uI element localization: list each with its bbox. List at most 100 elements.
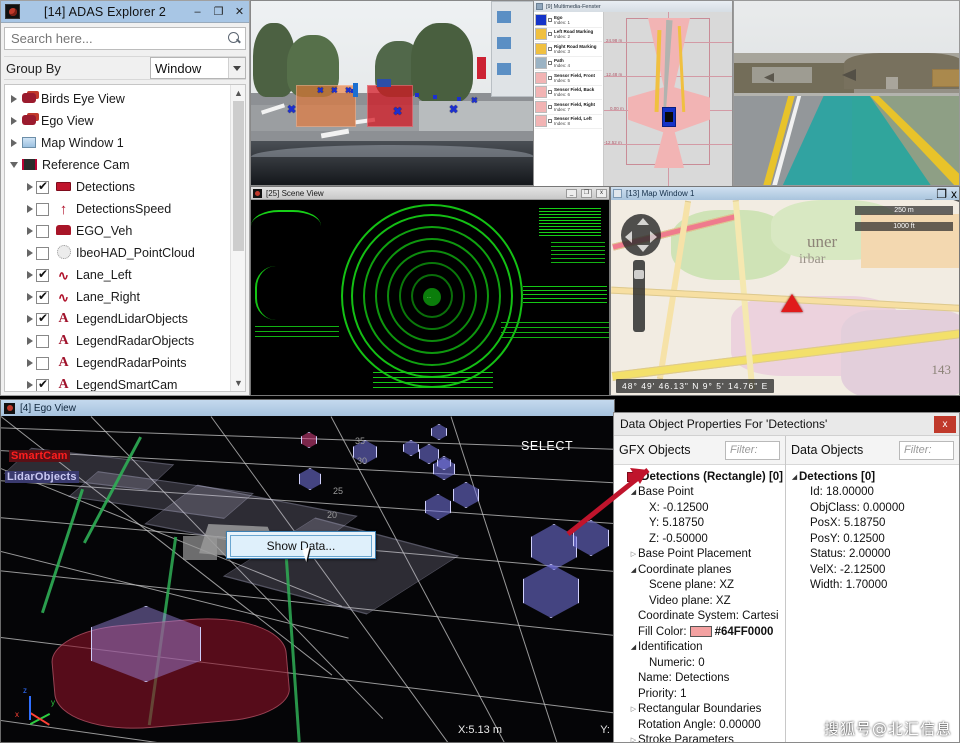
legend-visibility-checkbox[interactable] [548, 104, 552, 109]
expand-arrow-icon[interactable] [27, 293, 33, 301]
lidar-point-cloud[interactable]: ... [251, 200, 609, 395]
property-row[interactable]: Fill Color: #64FF0000 [616, 624, 783, 640]
expand-arrow-icon[interactable]: ▷ [629, 550, 638, 558]
property-row[interactable]: Width: 1.70000 [788, 578, 957, 594]
lidar-object-marker[interactable] [573, 520, 609, 556]
multimedia-legend-list[interactable]: Ego Index: 1 Left Road Marking Index: 2 Righ… [534, 12, 604, 187]
expand-arrow-icon[interactable] [27, 227, 33, 235]
tree-item-detections[interactable]: Detections [5, 176, 230, 198]
scene-close-button[interactable]: x [596, 188, 607, 198]
tree-item-birds-eye-view[interactable]: Birds Eye View [5, 88, 230, 110]
context-menu-item-show-data[interactable]: Show Data... [230, 535, 372, 557]
close-button[interactable]: ✕ [232, 4, 247, 19]
map-pan-control[interactable] [621, 214, 661, 256]
tree-item-map-window-1[interactable]: Map Window 1 [5, 132, 230, 154]
property-row[interactable]: Detections (Rectangle) [0] [616, 469, 783, 485]
property-row[interactable]: Y: 5.18750 [616, 516, 783, 532]
tree-item-ego-veh[interactable]: EGO_Veh [5, 220, 230, 242]
search-box[interactable] [4, 27, 246, 50]
collapse-arrow-icon[interactable]: ◢ [629, 566, 638, 574]
visibility-checkbox[interactable] [36, 246, 49, 260]
fill-color-swatch[interactable] [689, 626, 712, 638]
collapse-arrow-icon[interactable]: ◢ [629, 643, 638, 651]
lidar-object-marker[interactable] [431, 424, 447, 440]
expand-arrow-icon[interactable]: ▷ [629, 736, 638, 742]
property-row[interactable]: Scene plane: XZ [616, 578, 783, 594]
close-icon[interactable]: x [934, 415, 956, 433]
tree-item-detectionsspeed[interactable]: ↑ DetectionsSpeed [5, 198, 230, 220]
property-row[interactable]: ◢ Coordinate planes [616, 562, 783, 578]
visibility-checkbox[interactable] [36, 377, 49, 391]
property-row[interactable]: PosY: 0.12500 [788, 531, 957, 547]
map-zoom-slider[interactable] [633, 260, 645, 332]
lidar-object-marker[interactable] [531, 524, 577, 570]
property-row[interactable]: PosX: 5.18750 [788, 516, 957, 532]
tree-item-legendsmartcam[interactable]: A LegendSmartCam [5, 374, 230, 391]
expand-arrow-icon[interactable] [27, 205, 33, 213]
property-row[interactable]: X: -0.12500 [616, 500, 783, 516]
multimedia-legend-item[interactable]: Sensor Field, Left Index: 8 [535, 115, 602, 129]
property-row[interactable]: ◢ Identification [616, 640, 783, 656]
scene-maximize-button[interactable]: ❐ [581, 188, 592, 198]
legend-visibility-checkbox[interactable] [548, 119, 552, 124]
legend-visibility-checkbox[interactable] [548, 17, 552, 22]
visibility-checkbox[interactable] [36, 267, 49, 282]
multimedia-legend-item[interactable]: Sensor Field, Front Index: 5 [535, 71, 602, 86]
ego-view-3d-canvas[interactable]: SmartCam LidarObjects 35 30 25 20 Show D… [1, 416, 614, 742]
scene-minimize-button[interactable]: _ [566, 188, 577, 198]
visibility-checkbox[interactable] [36, 334, 49, 348]
scroll-up-arrow[interactable]: ▲ [231, 86, 245, 100]
lidar-object-marker[interactable] [453, 482, 479, 508]
property-row[interactable]: Video plane: XZ [616, 593, 783, 609]
expand-arrow-icon[interactable] [27, 183, 33, 191]
multimedia-legend-item[interactable]: Sensor Field, Back Index: 6 [535, 86, 602, 100]
property-row[interactable]: ▷ Base Point Placement [616, 547, 783, 563]
legend-visibility-checkbox[interactable] [548, 46, 552, 51]
smartcam-lane-video[interactable] [733, 0, 960, 186]
tree-item-legendradarobjects[interactable]: A LegendRadarObjects [5, 330, 230, 352]
legend-visibility-checkbox[interactable] [548, 32, 552, 37]
expand-arrow-icon[interactable] [11, 139, 17, 147]
tree-item-lane-right[interactable]: ∿ Lane_Right [5, 286, 230, 308]
legend-visibility-checkbox[interactable] [548, 75, 552, 80]
tree-item-ego-view[interactable]: Ego View [5, 110, 230, 132]
visibility-checkbox[interactable] [36, 179, 49, 194]
minimize-button[interactable]: – [190, 4, 205, 19]
tree-scrollbar[interactable]: ▲ ▼ [230, 85, 245, 391]
maximize-button[interactable]: ❐ [211, 4, 226, 19]
expand-arrow-icon[interactable] [27, 381, 33, 389]
property-row[interactable]: Coordinate System: Cartesi [616, 609, 783, 625]
expand-arrow-icon[interactable] [11, 95, 17, 103]
legend-visibility-checkbox[interactable] [548, 90, 552, 95]
map-close-button[interactable]: x [951, 187, 957, 201]
gfx-objects-tree[interactable]: Detections (Rectangle) [0] ◢ Base Point X: … [614, 464, 785, 742]
multimedia-legend-item[interactable]: Path Index: 4 [535, 57, 602, 71]
expand-arrow-icon[interactable] [27, 271, 33, 279]
property-row[interactable]: Rotation Angle: 0.00000 [616, 717, 783, 733]
lidar-object-marker[interactable] [419, 444, 439, 464]
expand-arrow-icon[interactable] [27, 315, 33, 323]
property-row[interactable]: VelX: -2.12500 [788, 562, 957, 578]
gfx-filter-input[interactable]: Filter: [725, 440, 780, 460]
property-row[interactable]: ▷ Stroke Parameters [616, 733, 783, 742]
data-objects-tree[interactable]: ◢ Detections [0] Id: 18.00000 ObjClass: 0.0… [786, 464, 959, 742]
object-tree[interactable]: Birds Eye View Ego View Map Window 1 Refere… [5, 85, 230, 391]
tree-item-ibeohad-pointcloud[interactable]: IbeoHAD_PointCloud [5, 242, 230, 264]
tree-item-legendradarpoints[interactable]: A LegendRadarPoints [5, 352, 230, 374]
property-row[interactable]: Status: 2.00000 [788, 547, 957, 563]
property-row[interactable]: Z: -0.50000 [616, 531, 783, 547]
property-row[interactable]: ▷ Rectangular Boundaries [616, 702, 783, 718]
property-row[interactable]: Numeric: 0 [616, 655, 783, 671]
legend-visibility-checkbox[interactable] [548, 61, 552, 66]
reference-cam-video[interactable]: ✖ ✖ ✖ ✖ ✖ ✖ ✖ [250, 0, 537, 186]
collapse-arrow-icon[interactable]: ◢ [790, 473, 799, 481]
data-filter-input[interactable]: Filter: [899, 440, 954, 460]
lidar-object-marker[interactable] [523, 564, 579, 618]
collapse-arrow-icon[interactable] [10, 162, 18, 168]
tree-item-reference-cam[interactable]: Reference Cam [5, 154, 230, 176]
property-row[interactable]: Priority: 1 [616, 686, 783, 702]
expand-arrow-icon[interactable] [27, 249, 33, 257]
property-row[interactable]: Id: 18.00000 [788, 485, 957, 501]
multimedia-legend-item[interactable]: Ego Index: 1 [535, 13, 602, 28]
property-row[interactable]: ◢ Detections [0] [788, 469, 957, 485]
